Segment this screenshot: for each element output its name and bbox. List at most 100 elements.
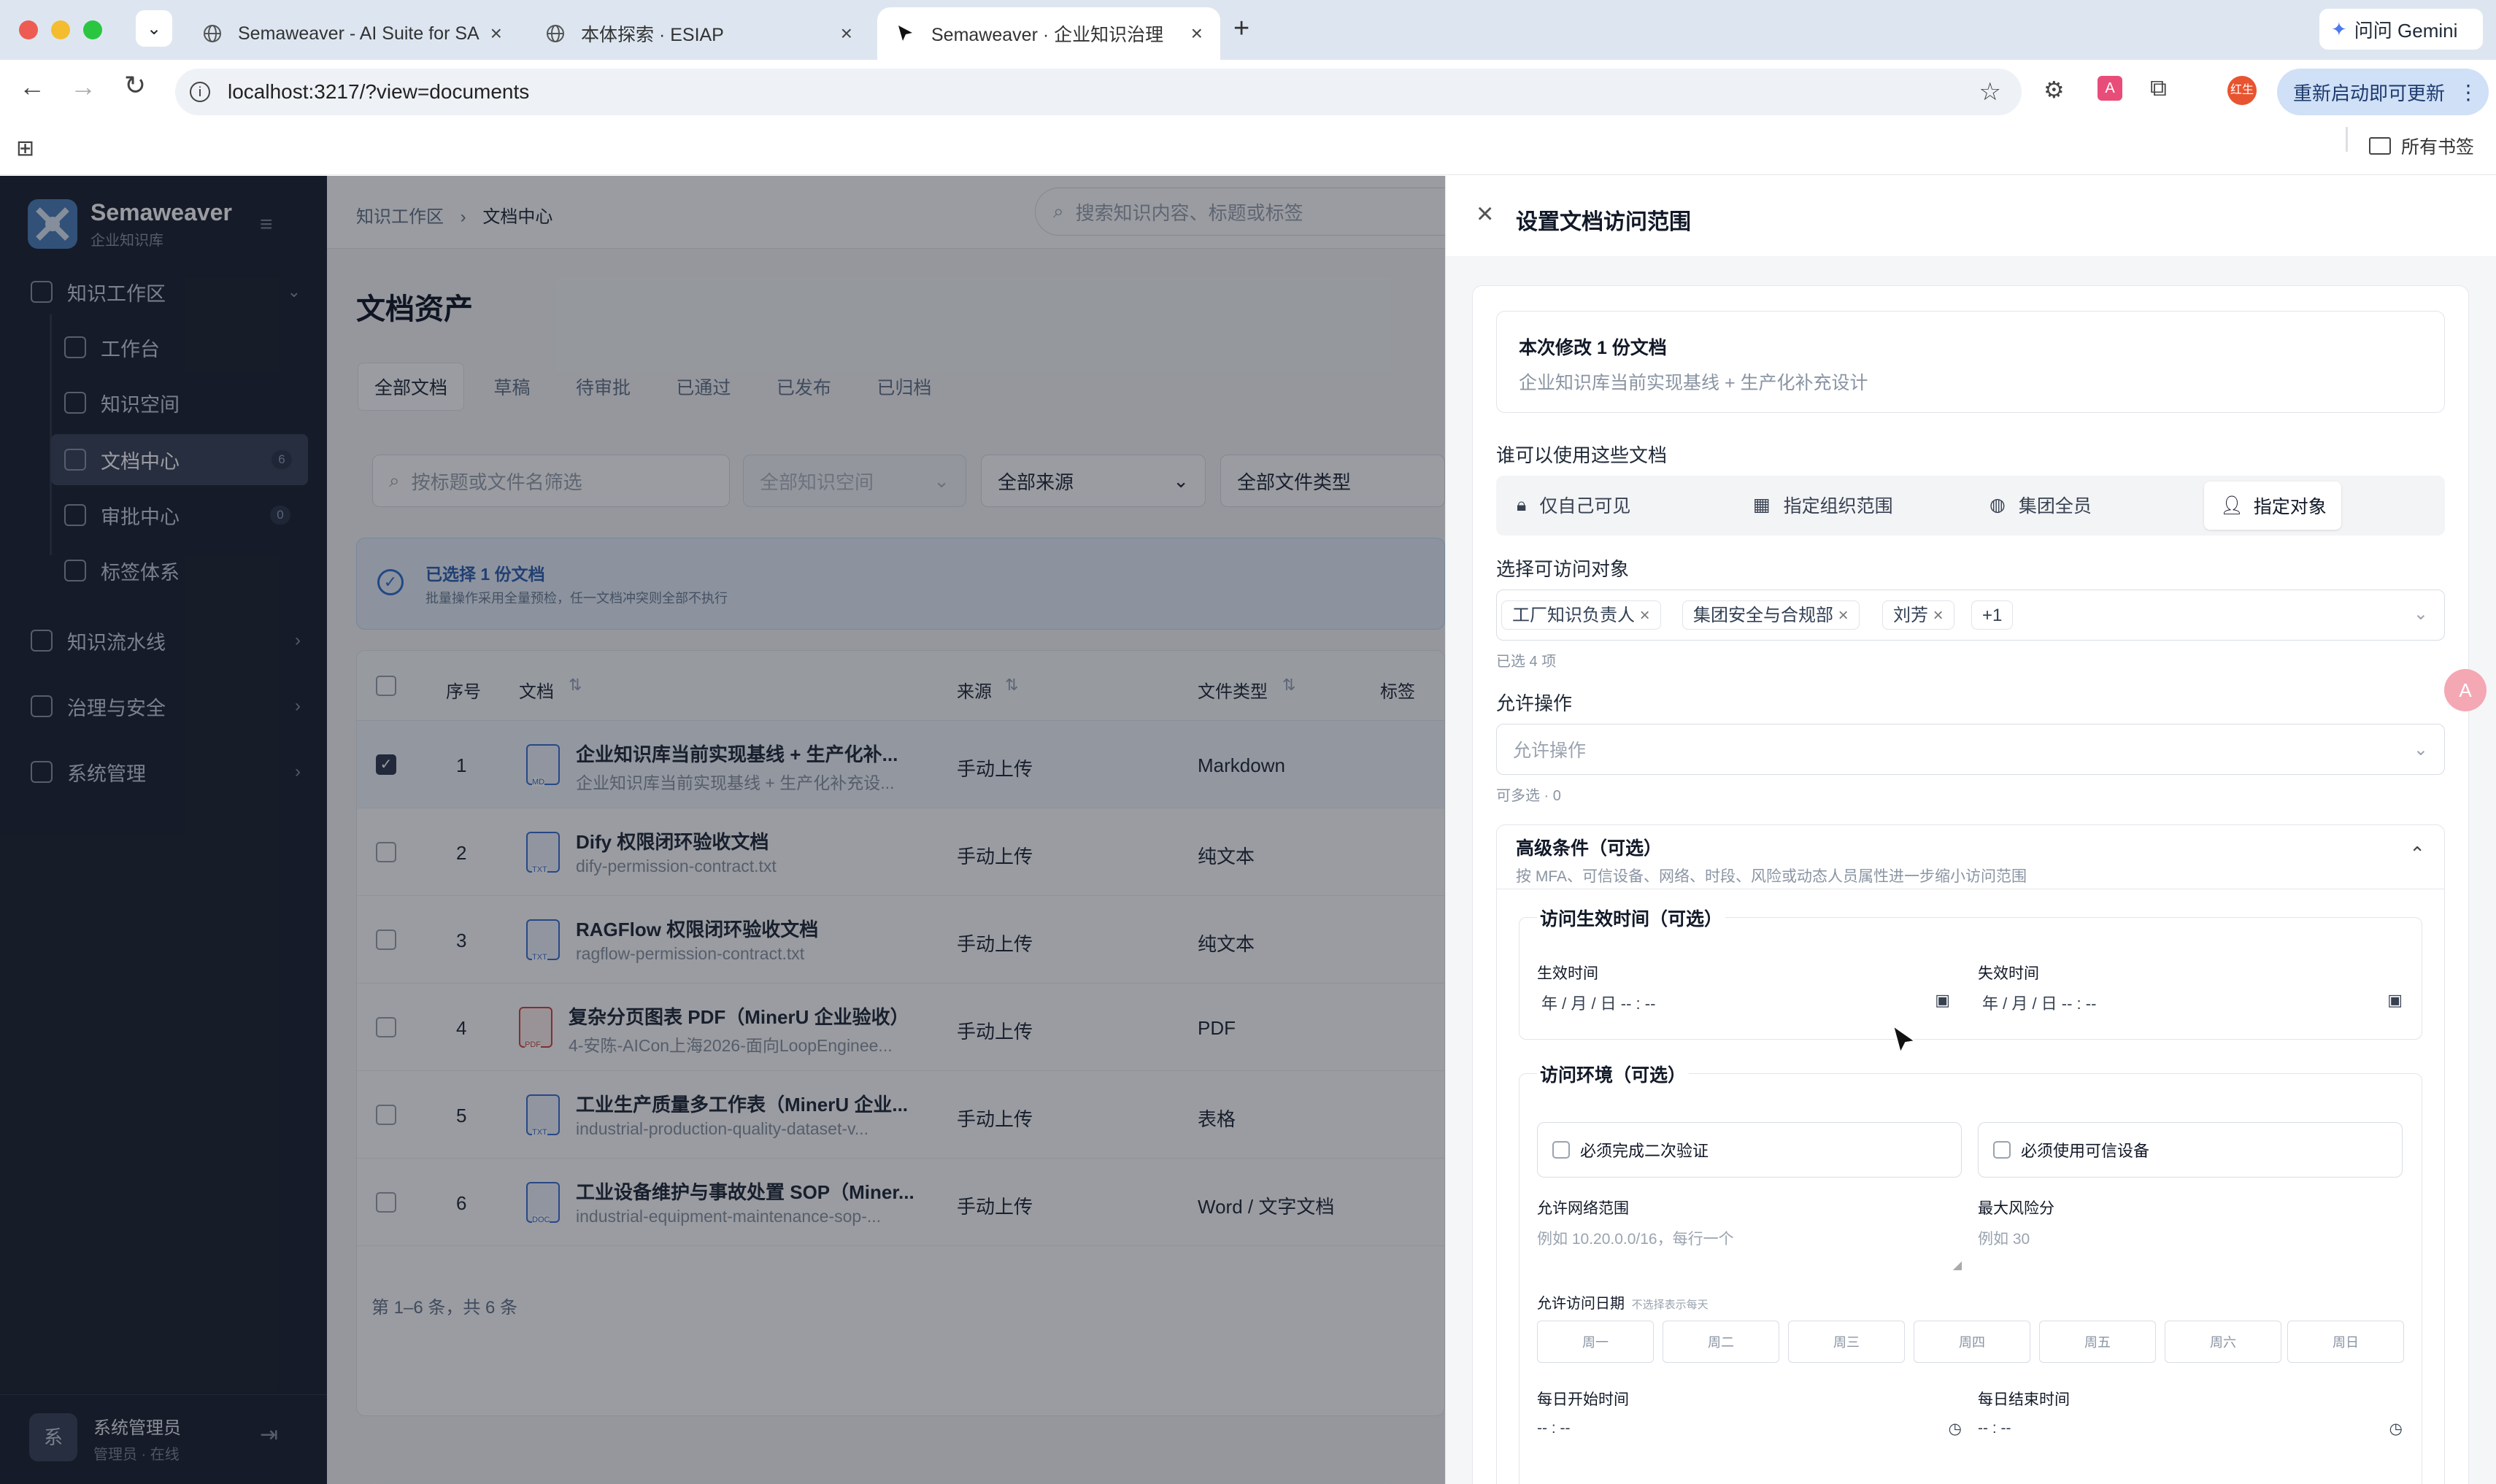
tab-esiap[interactable]: 本体探索 · ESIAP × <box>527 7 870 60</box>
days-hint: 不选择表示每天 <box>1631 1299 1709 1311</box>
max-risk-input[interactable]: 例如 30 <box>1978 1227 2403 1264</box>
mfa-checkbox[interactable] <box>1552 1141 1570 1159</box>
day-button-thu[interactable]: 周四 <box>1914 1321 2030 1363</box>
tab-title: Semaweaver · 企业知识治理 <box>931 25 1164 45</box>
require-mfa-option[interactable]: 必须完成二次验证 <box>1537 1122 1962 1178</box>
daily-start-input[interactable]: -- : -- ◷ <box>1537 1420 1962 1437</box>
network-range-textarea[interactable]: 例如 10.20.0.0/16，每行一个 ◢ <box>1537 1227 1962 1272</box>
back-arrow-icon[interactable]: ← <box>19 72 45 102</box>
star-icon[interactable]: ☆ <box>1979 77 2001 107</box>
url-field[interactable]: i localhost:3217/?view=documents ☆ <box>175 69 2022 115</box>
folder-icon <box>2369 137 2391 155</box>
gemini-button[interactable]: ✦ 问问 Gemini <box>2319 9 2483 50</box>
operations-hint: 可多选 · 0 <box>1496 788 1561 804</box>
resize-handle-icon[interactable]: ◢ <box>1953 1258 1962 1272</box>
who-label: 谁可以使用这些文档 <box>1496 444 1668 466</box>
more-chips-badge[interactable]: +1 <box>1971 600 2014 630</box>
sparkle-icon: ✦ <box>2331 18 2347 40</box>
close-window-button[interactable] <box>19 20 38 39</box>
address-bar: ← → ↻ i localhost:3217/?view=documents ☆… <box>0 60 2496 123</box>
daily-start-label: 每日开始时间 <box>1537 1391 1629 1408</box>
selected-count: 已选 4 项 <box>1496 654 1557 670</box>
reload-icon[interactable]: ↻ <box>124 70 146 101</box>
scope-organization[interactable]: ▦ 指定组织范围 <box>1753 492 1893 518</box>
advanced-title: 高级条件（可选） <box>1516 838 1663 859</box>
day-button-wed[interactable]: 周三 <box>1788 1321 1905 1363</box>
bookmarks-bar: ⊞ 所有书签 <box>0 123 2496 175</box>
start-datetime-input[interactable]: 年 / 月 / 日 -- : -- ▣ <box>1541 991 1950 1014</box>
drawer-title: 设置文档访问范围 <box>1516 210 1691 234</box>
day-button-tue[interactable]: 周二 <box>1663 1321 1779 1363</box>
extensions-puzzle-icon[interactable]: ⧉ <box>2150 74 2167 102</box>
select-objects-label: 选择可访问对象 <box>1496 558 1630 580</box>
translate-float-icon[interactable]: A <box>2444 669 2487 711</box>
close-tab-icon[interactable]: × <box>841 22 852 45</box>
chevron-down-icon: ⌄ <box>146 18 162 39</box>
scope-group-wide[interactable]: ◍ 集团全员 <box>1990 492 2092 518</box>
objects-multiselect[interactable]: 工厂知识负责人 × 集团安全与合规部 × 刘芳 × +1 ⌄ <box>1496 590 2445 641</box>
more-vertical-icon: ⋮ <box>2458 80 2479 104</box>
remove-chip-icon[interactable]: × <box>1640 606 1650 625</box>
selected-chip: 集团安全与合规部 × <box>1682 600 1860 630</box>
globe-icon: ◍ <box>1990 495 2006 515</box>
app-root: Semaweaver 企业知识库 ≡ 知识工作区 ⌄ 工作台 知识空间 文档中心… <box>0 176 2496 1484</box>
tab-semaweaver-suite[interactable]: Semaweaver - AI Suite for SA × <box>184 7 520 60</box>
relaunch-update-button[interactable]: 重新启动即可更新 ⋮ <box>2277 69 2489 115</box>
modal-backdrop[interactable] <box>0 176 1445 1484</box>
user-icon: 👤︎ <box>2220 495 2243 516</box>
tab-semaweaver-governance[interactable]: Semaweaver · 企业知识治理 × <box>877 7 1220 60</box>
drawer-header: × 设置文档访问范围 <box>1446 176 2496 256</box>
new-tab-button[interactable]: + <box>1233 13 1249 45</box>
effective-time-title: 访问生效时间（可选） <box>1537 905 1726 931</box>
close-tab-icon[interactable]: × <box>1191 22 1203 45</box>
chevron-up-icon: ⌃ <box>2409 843 2425 865</box>
start-time-label: 生效时间 <box>1537 965 1598 982</box>
tab-search-button[interactable]: ⌄ <box>136 10 172 47</box>
advanced-header[interactable]: 高级条件（可选） 按 MFA、可信设备、网络、时段、风险或动态人员属性进一步缩小… <box>1497 825 2444 889</box>
remove-chip-icon[interactable]: × <box>1933 606 1944 625</box>
network-range-label: 允许网络范围 <box>1537 1200 1629 1217</box>
require-trusted-device-option[interactable]: 必须使用可信设备 <box>1978 1122 2403 1178</box>
cursor-icon <box>895 23 917 45</box>
scope-specific-objects[interactable]: 👤︎ 指定对象 <box>2204 482 2341 530</box>
minimize-window-button[interactable] <box>51 20 70 39</box>
day-button-mon[interactable]: 周一 <box>1537 1321 1654 1363</box>
remove-chip-icon[interactable]: × <box>1838 606 1849 625</box>
trusted-device-checkbox[interactable] <box>1993 1141 2011 1159</box>
access-environment-section: 访问环境（可选） 必须完成二次验证 必须使用可信设备 允许网络范围 例如 10.… <box>1519 1061 2422 1484</box>
info-icon: i <box>190 82 210 102</box>
browser-tabstrip: ⌄ Semaweaver - AI Suite for SA × 本体探索 · … <box>0 0 2496 60</box>
advanced-conditions: 高级条件（可选） 按 MFA、可信设备、网络、时段、风险或动态人员属性进一步缩小… <box>1496 824 2445 1484</box>
day-button-fri[interactable]: 周五 <box>2039 1321 2156 1363</box>
building-icon: ▦ <box>1753 495 1771 515</box>
end-time-label: 失效时间 <box>1978 965 2039 982</box>
day-button-sun[interactable]: 周日 <box>2287 1321 2404 1363</box>
chevron-down-icon: ⌄ <box>2413 739 2428 760</box>
calendar-icon[interactable]: ▣ <box>1935 991 1950 1010</box>
operations-select[interactable]: 允许操作 ⌄ <box>1496 724 2445 775</box>
daily-end-input[interactable]: -- : -- ◷ <box>1978 1420 2403 1437</box>
environment-title: 访问环境（可选） <box>1537 1061 1690 1087</box>
translate-extension-icon[interactable]: A <box>2098 76 2122 101</box>
days-label: 允许访问日期 不选择表示每天 <box>1537 1296 1709 1312</box>
end-datetime-input[interactable]: 年 / 月 / 日 -- : -- ▣ <box>1982 991 2403 1014</box>
max-risk-label: 最大风险分 <box>1978 1200 2054 1217</box>
summary-title: 本次修改 1 份文档 <box>1519 338 1667 358</box>
maximize-window-button[interactable] <box>83 20 102 39</box>
clock-icon[interactable]: ◷ <box>2389 1420 2403 1438</box>
close-icon[interactable]: × <box>1476 198 1493 231</box>
profile-avatar[interactable]: 红生 <box>2227 76 2257 105</box>
apps-grid-icon[interactable]: ⊞ <box>16 136 34 161</box>
forward-arrow-icon[interactable]: → <box>70 72 96 102</box>
all-bookmarks-button[interactable]: 所有书签 <box>2369 133 2474 159</box>
mouse-cursor-icon <box>1890 1024 1919 1061</box>
globe-icon <box>201 23 223 45</box>
day-button-sat[interactable]: 周六 <box>2165 1321 2281 1363</box>
openai-extension-icon[interactable]: ⚙ <box>2044 76 2065 104</box>
clock-icon[interactable]: ◷ <box>1949 1420 1962 1438</box>
chevron-down-icon: ⌄ <box>2413 604 2428 624</box>
scope-private[interactable]: 🔒︎ 仅自己可见 <box>1517 492 1630 518</box>
drawer-body: 本次修改 1 份文档 企业知识库当前实现基线 + 生产化补充设计 谁可以使用这些… <box>1472 285 2469 1484</box>
close-tab-icon[interactable]: × <box>490 22 502 45</box>
calendar-icon[interactable]: ▣ <box>2387 991 2403 1010</box>
